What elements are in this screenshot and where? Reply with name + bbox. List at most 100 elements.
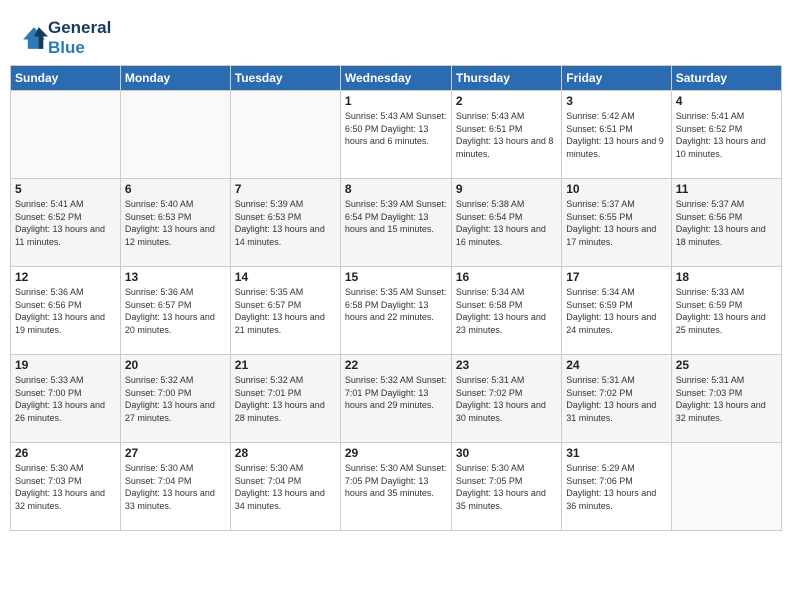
calendar-cell: 23Sunrise: 5:31 AM Sunset: 7:02 PM Dayli… [451,355,561,443]
day-number: 26 [15,446,116,460]
calendar-cell: 24 Sunrise: 5:31 AM Sunset: 7:02 PM Dayli… [562,355,671,443]
calendar-cell: 1 Sunrise: 5:43 AM Sunset: 6:50 PM Daylig… [340,91,451,179]
day-info: Sunrise: 5:38 AM Sunset: 6:54 PM Dayligh… [456,198,557,248]
day-number: 4 [676,94,777,108]
day-info: Sunrise: 5:40 AM Sunset: 6:53 PM Dayligh… [125,198,226,248]
calendar-cell: 11 Sunrise: 5:37 AM Sunset: 6:56 PM Dayli… [671,179,781,267]
day-info: Sunrise: 5:39 AM Sunset: 6:54 PM Dayligh… [345,198,447,236]
day-info: Sunrise: 5:31 AM Sunset: 7:03 PM Dayligh… [676,374,777,424]
weekday-header: Friday [562,66,671,91]
day-info: Sunrise: 5:33 AM Sunset: 7:00 PM Dayligh… [15,374,116,424]
day-info: Sunrise: 5:41 AM Sunset: 6:52 PM Dayligh… [676,110,777,160]
day-number: 25 [676,358,777,372]
day-info: Sunrise: 5:31 AM Sunset: 7:02 PM Dayligh… [566,374,666,424]
day-info: Sunrise: 5:29 AM Sunset: 7:06 PM Dayligh… [566,462,666,512]
day-number: 22 [345,358,447,372]
calendar-cell: 22 Sunrise: 5:32 AM Sunset: 7:01 PM Dayli… [340,355,451,443]
calendar-week-row: 5 Sunrise: 5:41 AM Sunset: 6:52 PM Daylig… [11,179,782,267]
calendar-week-row: 1 Sunrise: 5:43 AM Sunset: 6:50 PM Daylig… [11,91,782,179]
day-number: 16 [456,270,557,284]
day-info: Sunrise: 5:30 AM Sunset: 7:05 PM Dayligh… [456,462,557,512]
calendar-cell: 30 Sunrise: 5:30 AM Sunset: 7:05 PM Dayli… [451,443,561,531]
day-number: 3 [566,94,666,108]
day-number: 15 [345,270,447,284]
calendar-table: SundayMondayTuesdayWednesdayThursdayFrid… [10,65,782,531]
day-number: 8 [345,182,447,196]
day-number: 12 [15,270,116,284]
calendar-cell [230,91,340,179]
day-number: 10 [566,182,666,196]
calendar-cell: 31 Sunrise: 5:29 AM Sunset: 7:06 PM Dayli… [562,443,671,531]
calendar-header-row: SundayMondayTuesdayWednesdayThursdayFrid… [11,66,782,91]
calendar-cell: 14Sunrise: 5:35 AM Sunset: 6:57 PM Dayli… [230,267,340,355]
day-info: Sunrise: 5:42 AM Sunset: 6:51 PM Dayligh… [566,110,666,160]
logo: General Blue [20,18,111,57]
calendar-week-row: 12 Sunrise: 5:36 AM Sunset: 6:56 PM Dayli… [11,267,782,355]
day-info: Sunrise: 5:30 AM Sunset: 7:05 PM Dayligh… [345,462,447,500]
calendar-cell: 10 Sunrise: 5:37 AM Sunset: 6:55 PM Dayli… [562,179,671,267]
calendar-cell: 12 Sunrise: 5:36 AM Sunset: 6:56 PM Dayli… [11,267,121,355]
calendar-cell: 3 Sunrise: 5:42 AM Sunset: 6:51 PM Daylig… [562,91,671,179]
calendar-cell: 6 Sunrise: 5:40 AM Sunset: 6:53 PM Daylig… [120,179,230,267]
calendar-cell [120,91,230,179]
weekday-header: Wednesday [340,66,451,91]
day-number: 24 [566,358,666,372]
calendar-cell: 27 Sunrise: 5:30 AM Sunset: 7:04 PM Dayli… [120,443,230,531]
day-number: 5 [15,182,116,196]
day-number: 21 [235,358,336,372]
day-number: 13 [125,270,226,284]
calendar-cell: 9 Sunrise: 5:38 AM Sunset: 6:54 PM Daylig… [451,179,561,267]
calendar-cell: 21Sunrise: 5:32 AM Sunset: 7:01 PM Dayli… [230,355,340,443]
calendar-cell: 5 Sunrise: 5:41 AM Sunset: 6:52 PM Daylig… [11,179,121,267]
day-info: Sunrise: 5:30 AM Sunset: 7:03 PM Dayligh… [15,462,116,512]
day-number: 29 [345,446,447,460]
day-info: Sunrise: 5:32 AM Sunset: 7:01 PM Dayligh… [345,374,447,412]
calendar-cell: 25 Sunrise: 5:31 AM Sunset: 7:03 PM Dayli… [671,355,781,443]
calendar-cell: 4 Sunrise: 5:41 AM Sunset: 6:52 PM Daylig… [671,91,781,179]
calendar-week-row: 26 Sunrise: 5:30 AM Sunset: 7:03 PM Dayli… [11,443,782,531]
day-info: Sunrise: 5:32 AM Sunset: 7:00 PM Dayligh… [125,374,226,424]
day-info: Sunrise: 5:31 AM Sunset: 7:02 PM Dayligh… [456,374,557,424]
calendar-cell: 29 Sunrise: 5:30 AM Sunset: 7:05 PM Dayli… [340,443,451,531]
day-info: Sunrise: 5:37 AM Sunset: 6:56 PM Dayligh… [676,198,777,248]
logo-text: General Blue [48,18,111,57]
day-number: 28 [235,446,336,460]
day-info: Sunrise: 5:43 AM Sunset: 6:50 PM Dayligh… [345,110,447,148]
day-info: Sunrise: 5:37 AM Sunset: 6:55 PM Dayligh… [566,198,666,248]
calendar-cell: 7 Sunrise: 5:39 AM Sunset: 6:53 PM Daylig… [230,179,340,267]
day-number: 6 [125,182,226,196]
calendar-cell: 26 Sunrise: 5:30 AM Sunset: 7:03 PM Dayli… [11,443,121,531]
day-number: 31 [566,446,666,460]
calendar-cell: 18Sunrise: 5:33 AM Sunset: 6:59 PM Dayli… [671,267,781,355]
day-info: Sunrise: 5:43 AM Sunset: 6:51 PM Dayligh… [456,110,557,160]
calendar-cell: 20Sunrise: 5:32 AM Sunset: 7:00 PM Dayli… [120,355,230,443]
calendar-cell: 28 Sunrise: 5:30 AM Sunset: 7:04 PM Dayli… [230,443,340,531]
day-info: Sunrise: 5:36 AM Sunset: 6:56 PM Dayligh… [15,286,116,336]
calendar-week-row: 19 Sunrise: 5:33 AM Sunset: 7:00 PM Dayli… [11,355,782,443]
weekday-header: Monday [120,66,230,91]
calendar-cell: 8 Sunrise: 5:39 AM Sunset: 6:54 PM Daylig… [340,179,451,267]
day-number: 17 [566,270,666,284]
day-info: Sunrise: 5:39 AM Sunset: 6:53 PM Dayligh… [235,198,336,248]
day-info: Sunrise: 5:36 AM Sunset: 6:57 PM Dayligh… [125,286,226,336]
calendar-cell: 13 Sunrise: 5:36 AM Sunset: 6:57 PM Dayli… [120,267,230,355]
day-number: 19 [15,358,116,372]
calendar-cell [671,443,781,531]
calendar-cell: 19 Sunrise: 5:33 AM Sunset: 7:00 PM Dayli… [11,355,121,443]
weekday-header: Sunday [11,66,121,91]
day-info: Sunrise: 5:30 AM Sunset: 7:04 PM Dayligh… [125,462,226,512]
weekday-header: Thursday [451,66,561,91]
day-number: 27 [125,446,226,460]
day-number: 30 [456,446,557,460]
calendar-cell: 2 Sunrise: 5:43 AM Sunset: 6:51 PM Daylig… [451,91,561,179]
day-info: Sunrise: 5:41 AM Sunset: 6:52 PM Dayligh… [15,198,116,248]
day-number: 11 [676,182,777,196]
page-header: General Blue [10,10,782,61]
calendar-cell: 16Sunrise: 5:34 AM Sunset: 6:58 PM Dayli… [451,267,561,355]
day-number: 2 [456,94,557,108]
day-number: 1 [345,94,447,108]
day-info: Sunrise: 5:30 AM Sunset: 7:04 PM Dayligh… [235,462,336,512]
day-number: 9 [456,182,557,196]
day-number: 7 [235,182,336,196]
weekday-header: Saturday [671,66,781,91]
